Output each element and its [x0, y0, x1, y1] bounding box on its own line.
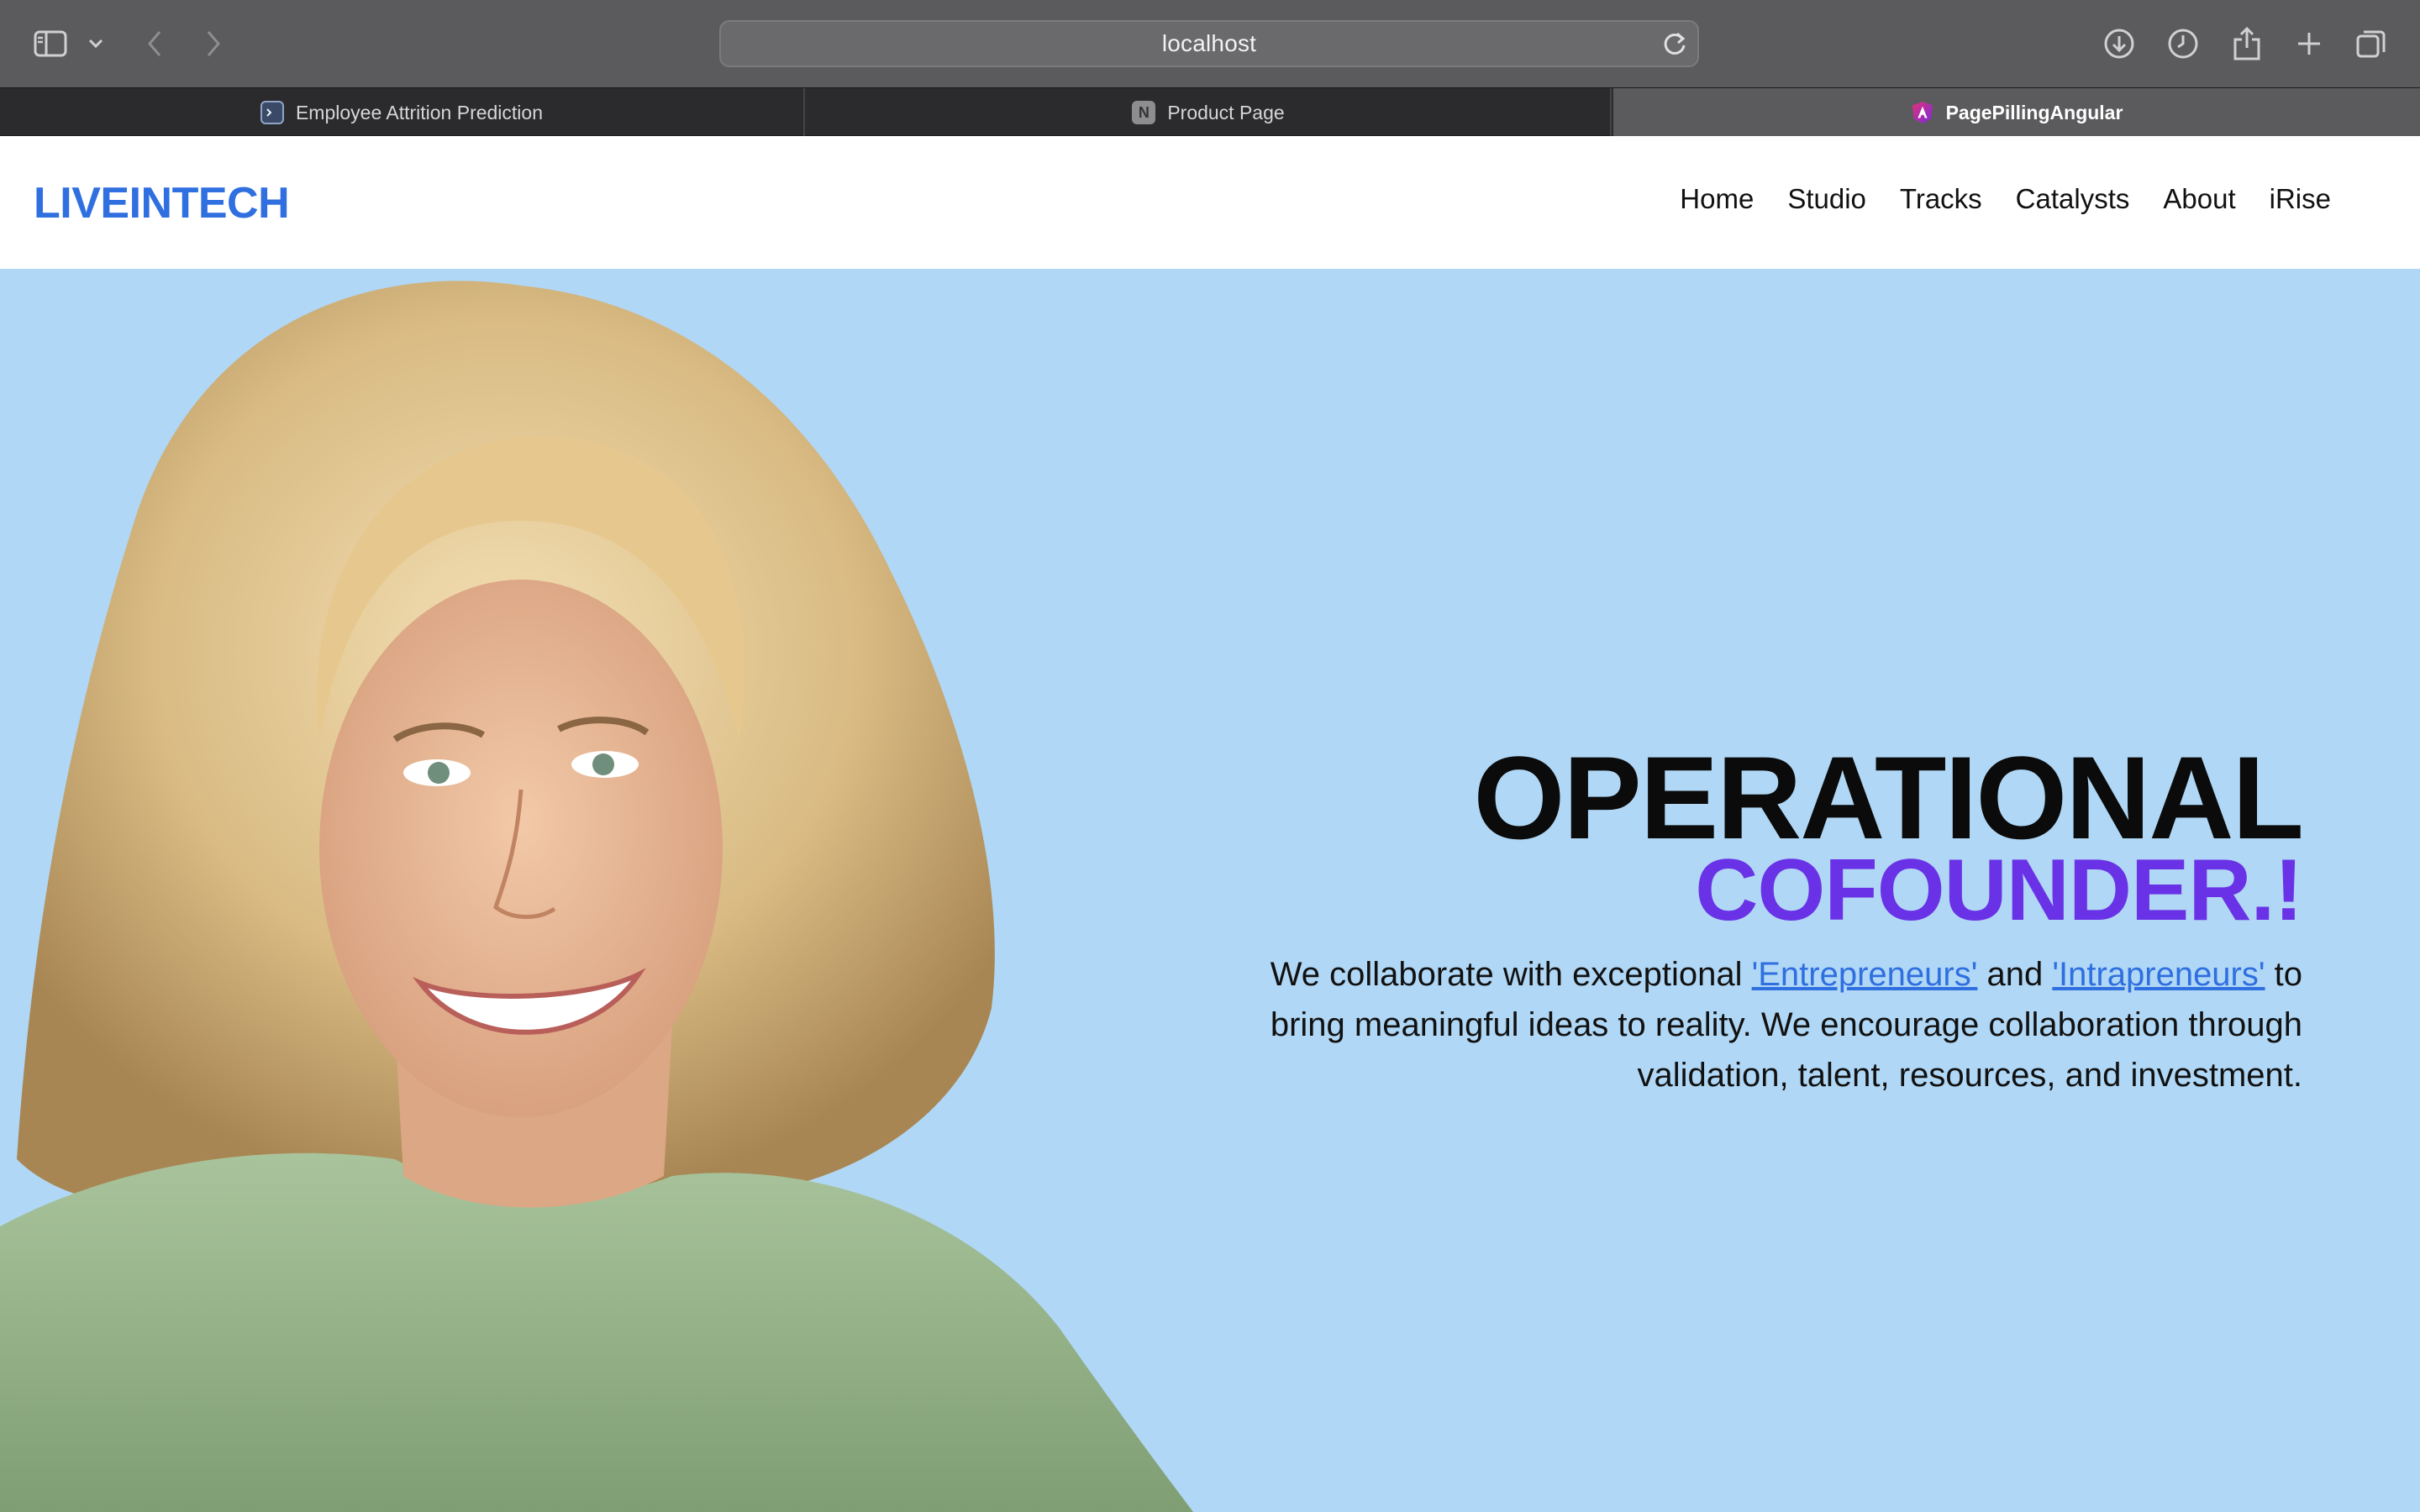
- address-bar[interactable]: localhost: [719, 20, 1699, 67]
- tab-label: Employee Attrition Prediction: [295, 101, 544, 123]
- web-page: LIVEINTECH Home Studio Tracks Catalysts …: [0, 136, 2420, 1512]
- angular-favicon-icon: [1911, 101, 1934, 124]
- tab-label: PagePillingAngular: [1945, 101, 2123, 123]
- reload-icon[interactable]: [1660, 30, 1689, 59]
- intrapreneurs-link[interactable]: 'Intrapreneurs': [2052, 956, 2265, 993]
- desc-text: We collaborate with exceptional: [1270, 956, 1752, 993]
- tab-employee-attrition[interactable]: Employee Attrition Prediction: [0, 88, 805, 137]
- sidebar-toggle-icon[interactable]: [29, 22, 72, 66]
- tab-label: Product Page: [1167, 101, 1285, 123]
- desc-text: and: [1977, 956, 2053, 993]
- new-tab-icon[interactable]: [2287, 22, 2331, 66]
- nav-irise[interactable]: iRise: [2270, 183, 2331, 215]
- entrepreneurs-link[interactable]: 'Entrepreneurs': [1752, 956, 1978, 993]
- hero-portrait-image: [0, 281, 1193, 1512]
- site-logo[interactable]: LIVEINTECH: [34, 178, 290, 228]
- notion-favicon-icon: N: [1132, 101, 1156, 124]
- nav-about[interactable]: About: [2163, 183, 2235, 215]
- site-navbar: LIVEINTECH Home Studio Tracks Catalysts …: [0, 136, 2420, 269]
- tab-overview-icon[interactable]: [2349, 22, 2393, 66]
- url-text: localhost: [1161, 30, 1257, 56]
- nav-studio[interactable]: Studio: [1787, 183, 1866, 215]
- hero-description: We collaborate with exceptional 'Entrepr…: [1193, 949, 2302, 1100]
- chevron-down-icon[interactable]: [79, 22, 113, 66]
- hero-title-line1: OPERATIONAL: [1473, 732, 2304, 864]
- tab-bar: Employee Attrition Prediction N Product …: [0, 87, 2420, 137]
- hero-section: OPERATIONAL COFOUNDER.! We collaborate w…: [0, 269, 2420, 1512]
- tab-pagepilling-angular[interactable]: PagePillingAngular: [1613, 88, 2420, 137]
- forward-icon[interactable]: [192, 22, 235, 66]
- nav-tracks[interactable]: Tracks: [1900, 183, 1982, 215]
- terminal-favicon-icon: [260, 101, 284, 124]
- main-nav: Home Studio Tracks Catalysts About iRise: [1680, 183, 2331, 215]
- share-icon[interactable]: [2225, 22, 2269, 66]
- history-icon[interactable]: [2161, 22, 2205, 66]
- back-icon[interactable]: [133, 22, 176, 66]
- downloads-icon[interactable]: [2097, 22, 2141, 66]
- hero-headline: OPERATIONAL COFOUNDER.!: [1473, 732, 2304, 935]
- tab-product-page[interactable]: N Product Page: [807, 88, 1612, 137]
- nav-catalysts[interactable]: Catalysts: [2016, 183, 2130, 215]
- nav-home[interactable]: Home: [1680, 183, 1754, 215]
- browser-toolbar: localhost: [0, 0, 2420, 87]
